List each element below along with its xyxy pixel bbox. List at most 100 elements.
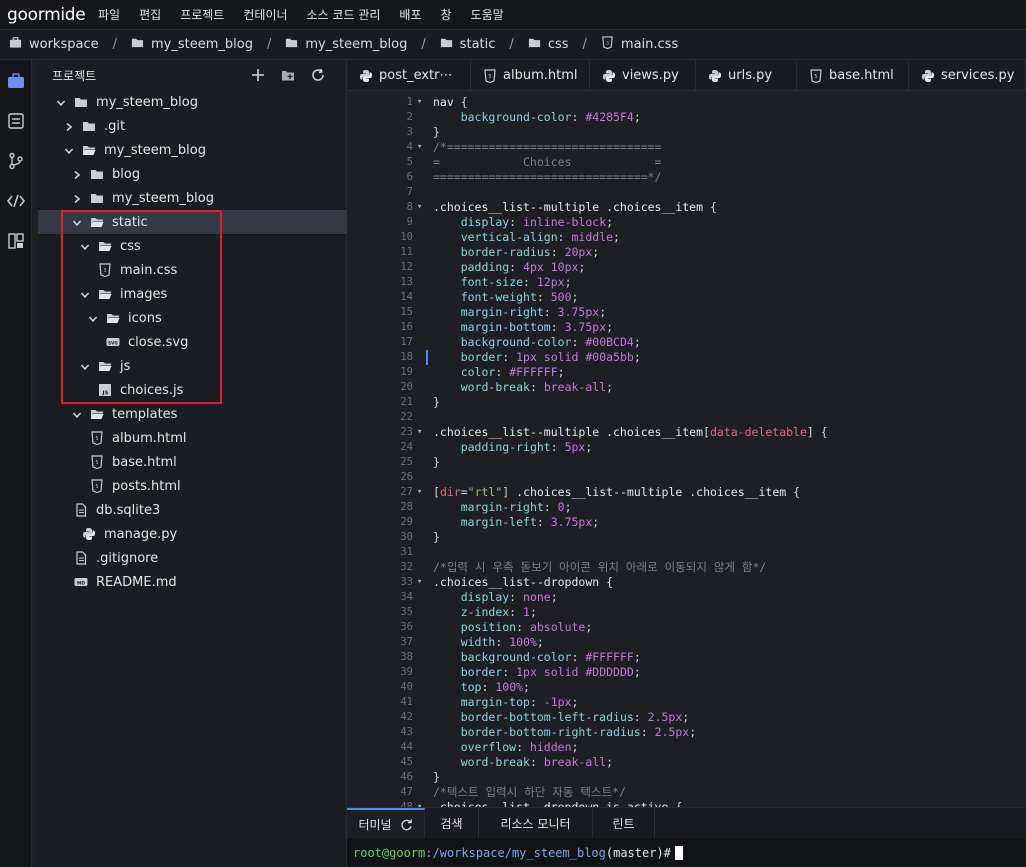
tree-item[interactable]: templates xyxy=(38,402,347,426)
tree-item[interactable]: 3 main.css xyxy=(38,258,347,282)
extensions-icon[interactable] xyxy=(7,232,25,250)
tree-item[interactable]: 5 posts.html xyxy=(38,474,347,498)
code-line: 41 margin-top: -1px; xyxy=(347,695,1026,710)
tree-item[interactable]: 5 base.html xyxy=(38,450,347,474)
panel-tab[interactable]: 리소스 모니터 xyxy=(479,808,593,838)
code-editor[interactable]: 1 ▾ nav {2 background-color: #4285F4; 3} 4 ▾ /… xyxy=(347,91,1026,807)
tree-item[interactable]: db.sqlite3 xyxy=(38,498,347,522)
refresh-icon[interactable] xyxy=(311,68,325,82)
code-line: 30} xyxy=(347,530,1026,545)
chevron-down-icon[interactable] xyxy=(80,361,90,371)
line-number: 28 xyxy=(400,501,413,513)
code-line: 9 display: inline-block; xyxy=(347,215,1026,230)
tree-item[interactable]: manage.py xyxy=(38,522,347,546)
chevron-down-icon[interactable] xyxy=(80,241,90,251)
panel-tab[interactable]: 린트 xyxy=(593,808,655,838)
tree-item[interactable]: 5 album.html xyxy=(38,426,347,450)
code-line: 36 position: absolute; xyxy=(347,620,1026,635)
code-line: 43 border-bottom-right-radius: 2.5px; xyxy=(347,725,1026,740)
chevron-right-icon[interactable] xyxy=(64,121,74,132)
html-file-icon: 5 xyxy=(90,479,104,494)
chevron-down-icon[interactable] xyxy=(72,217,82,227)
tree-item[interactable]: JS choices.js xyxy=(38,378,347,402)
editor-tab[interactable]: urls.py xyxy=(696,60,797,91)
tree-item-label: images xyxy=(120,286,168,302)
line-number: 2 xyxy=(406,111,413,123)
line-number: 45 xyxy=(400,756,413,768)
tree-item[interactable]: .gitignore xyxy=(38,546,347,570)
fold-toggle-icon[interactable]: ▾ xyxy=(417,485,422,500)
chevron-down-icon[interactable] xyxy=(88,313,98,323)
menu-item-5[interactable]: 배포 xyxy=(399,6,421,23)
tree-item[interactable]: css xyxy=(38,234,347,258)
svg-text:3: 3 xyxy=(606,40,609,46)
fold-toggle-icon[interactable]: ▾ xyxy=(417,200,422,215)
source-control-icon[interactable] xyxy=(7,152,25,170)
code-text: .choices__list--multiple .choices__item[… xyxy=(433,425,828,439)
menu-item-0[interactable]: 파일 xyxy=(98,6,120,23)
chevron-right-icon[interactable] xyxy=(72,193,82,204)
panel-tab[interactable]: 검색 xyxy=(425,808,479,838)
tree-item-label: .gitignore xyxy=(96,550,159,566)
project-briefcase-icon[interactable] xyxy=(7,72,25,90)
editor-tab[interactable]: 5 album.html xyxy=(471,60,590,91)
tree-item[interactable]: .git xyxy=(38,114,347,138)
code-line: 33 ▾ .choices__list--dropdown { xyxy=(347,575,1026,590)
code-icon[interactable] xyxy=(7,192,25,210)
tree-item[interactable]: SVG close.svg xyxy=(38,330,347,354)
app-logo[interactable]: goormide xyxy=(0,5,98,25)
fold-toggle-icon[interactable]: ▾ xyxy=(417,800,422,807)
breadcrumb-item[interactable]: static xyxy=(440,36,495,53)
tree-item[interactable]: my_steem_blog xyxy=(38,138,347,162)
breadcrumb-item[interactable]: my_steem_blog xyxy=(131,36,253,53)
tree-item[interactable]: my_steem_blog xyxy=(38,90,347,114)
refresh-icon[interactable] xyxy=(400,818,413,831)
editor-tab[interactable]: post_extr⋯ xyxy=(347,60,471,91)
menu-item-2[interactable]: 프로젝트 xyxy=(180,6,224,23)
editor-tab[interactable]: 5 base.html xyxy=(797,60,909,91)
menu-item-6[interactable]: 창 xyxy=(441,6,452,23)
menu-item-1[interactable]: 편집 xyxy=(139,6,161,23)
tree-item[interactable]: static xyxy=(38,210,347,234)
breadcrumb-item[interactable]: css xyxy=(528,36,569,53)
terminal[interactable]: root@goorm:/workspace/my_steem_blog (mast… xyxy=(347,838,1026,867)
panel-tab[interactable]: 터미널 xyxy=(347,808,425,838)
fold-toggle-icon[interactable]: ▾ xyxy=(417,575,422,590)
tree-item[interactable]: blog xyxy=(38,162,347,186)
svg-text:5: 5 xyxy=(814,74,817,80)
breadcrumb-item[interactable]: my_steem_blog xyxy=(285,36,407,53)
code-text: border-radius: 20px; xyxy=(460,245,600,259)
line-number: 40 xyxy=(400,681,413,693)
menu-item-4[interactable]: 소스 코드 관리 xyxy=(307,6,381,23)
python-file-icon xyxy=(708,69,722,83)
fold-toggle-icon[interactable]: ▾ xyxy=(417,425,422,440)
chevron-down-icon[interactable] xyxy=(80,289,90,299)
fold-toggle-icon[interactable]: ▾ xyxy=(417,140,422,155)
menu-item-3[interactable]: 컨테이너 xyxy=(243,6,287,23)
editor-tab[interactable]: services.py xyxy=(909,60,1026,91)
menu-item-7[interactable]: 도움말 xyxy=(471,6,504,23)
fold-toggle-icon[interactable]: ▾ xyxy=(417,95,422,110)
new-folder-icon[interactable] xyxy=(281,68,295,82)
outline-panel-icon[interactable] xyxy=(7,112,25,130)
tree-item[interactable]: images xyxy=(38,282,347,306)
tree-item[interactable]: my_steem_blog xyxy=(38,186,347,210)
chevron-right-icon[interactable] xyxy=(72,169,82,180)
breadcrumb-separator: / xyxy=(509,37,514,52)
tree-item[interactable]: MD README.md xyxy=(38,570,347,594)
code-line: 35 z-index: 1; xyxy=(347,605,1026,620)
editor-tab[interactable]: views.py xyxy=(590,60,696,91)
panel-tab-label: 리소스 모니터 xyxy=(500,816,571,831)
breadcrumb-item[interactable]: workspace xyxy=(9,36,99,53)
editor-tab-label: album.html xyxy=(503,68,578,83)
code-text: padding-right: 5px; xyxy=(460,440,593,454)
tree-item[interactable]: js xyxy=(38,354,347,378)
chevron-down-icon[interactable] xyxy=(72,409,82,419)
breadcrumb-item[interactable]: 3 main.css xyxy=(601,36,678,53)
code-line: 39 border: 1px solid #DDDDDD; xyxy=(347,665,1026,680)
chevron-down-icon[interactable] xyxy=(64,145,74,155)
tree-item[interactable]: icons xyxy=(38,306,347,330)
new-file-icon[interactable] xyxy=(251,68,265,82)
line-number: 8 xyxy=(406,201,413,213)
chevron-down-icon[interactable] xyxy=(56,97,66,107)
